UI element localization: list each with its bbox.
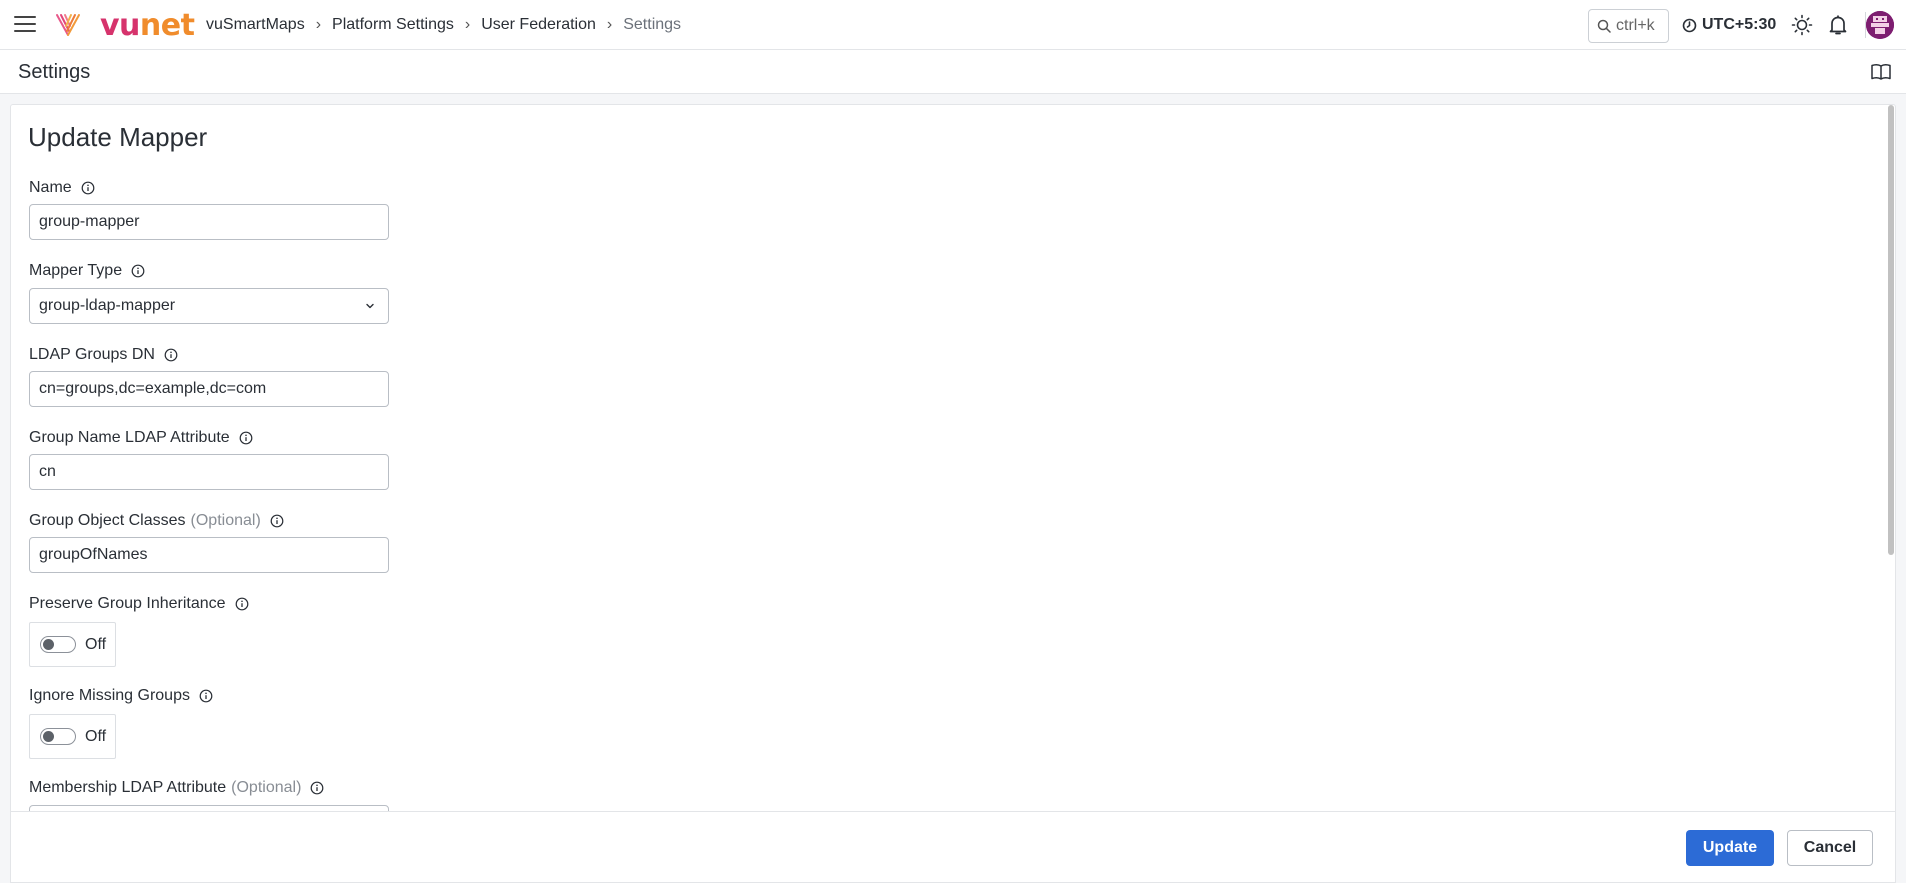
logo-text-net: net [139, 8, 195, 43]
chevron-down-icon [366, 303, 374, 309]
chevron-right-icon: › [606, 16, 613, 33]
name-label: Name [29, 179, 95, 197]
preserve-group-inheritance-label-text: Preserve Group Inheritance [29, 595, 226, 612]
ldap-groups-dn-label-text: LDAP Groups DN [29, 346, 155, 363]
bell-icon [1829, 15, 1847, 35]
toggle-state-text: Off [85, 727, 107, 745]
chevron-right-icon: › [315, 16, 322, 33]
page-header: Settings [0, 50, 1906, 94]
mapper-type-select-value: group-ldap-mapper [39, 297, 176, 314]
toggle-state-text: Off [85, 635, 107, 653]
theme-toggle-button[interactable] [1790, 13, 1814, 37]
membership-ldap-attribute-label-text: Membership LDAP Attribute [29, 779, 227, 796]
logo[interactable]: vunet [100, 8, 195, 43]
logo-mark-icon [56, 14, 80, 36]
preserve-group-inheritance-label: Preserve Group Inheritance [29, 595, 249, 613]
update-button[interactable]: Update [1686, 830, 1774, 866]
scrollbar[interactable] [1886, 105, 1895, 811]
info-icon[interactable] [310, 781, 324, 795]
scrollbar-thumb[interactable] [1888, 105, 1894, 555]
chevron-right-icon: › [464, 16, 471, 33]
ignore-missing-groups-toggle-container: Off [29, 714, 116, 759]
page-title: Settings [18, 61, 91, 83]
preserve-group-inheritance-toggle[interactable] [40, 636, 76, 653]
search-button[interactable]: ctrl+k [1588, 9, 1669, 43]
group-name-ldap-attribute-input-value: cn [39, 463, 56, 480]
ignore-missing-groups-label: Ignore Missing Groups [29, 687, 213, 705]
toggle-knob [43, 731, 54, 742]
form-title: Update Mapper [28, 122, 208, 152]
top-bar: vunet vuSmartMaps › Platform Settings › … [0, 0, 1906, 50]
clock-icon [1682, 18, 1697, 32]
group-name-ldap-attribute-input[interactable]: cn [29, 454, 389, 490]
breadcrumb-item-vusmartmaps[interactable]: vuSmartMaps [206, 16, 305, 34]
name-label-text: Name [29, 179, 72, 196]
sun-icon [1791, 14, 1813, 36]
ldap-groups-dn-input-value: cn=groups,dc=example,dc=com [39, 380, 267, 397]
info-icon[interactable] [164, 348, 178, 362]
timezone-button[interactable]: UTC+5:30 [1682, 16, 1776, 34]
cancel-button[interactable]: Cancel [1787, 830, 1873, 866]
book-icon[interactable] [1870, 62, 1892, 82]
info-icon[interactable] [235, 597, 249, 611]
timezone-label: UTC+5:30 [1702, 16, 1777, 33]
group-object-classes-label: Group Object Classes (Optional) [29, 512, 284, 530]
info-icon[interactable] [131, 264, 145, 278]
ignore-missing-groups-toggle[interactable] [40, 728, 76, 745]
name-input-value: group-mapper [39, 213, 140, 230]
group-object-classes-label-text: Group Object Classes [29, 512, 186, 529]
user-avatar-icon [1866, 11, 1894, 39]
mapper-form-card: Update Mapper Name group-mapper Mapper T… [10, 104, 1896, 883]
group-name-ldap-attribute-label-text: Group Name LDAP Attribute [29, 429, 230, 446]
name-input[interactable]: group-mapper [29, 204, 389, 240]
form-footer: Update Cancel [11, 811, 1895, 882]
avatar[interactable] [1866, 11, 1894, 39]
toggle-knob [43, 639, 54, 650]
info-icon[interactable] [199, 689, 213, 703]
optional-tag: (Optional) [231, 779, 302, 796]
preserve-group-inheritance-toggle-container: Off [29, 622, 116, 667]
info-icon[interactable] [270, 514, 284, 528]
group-name-ldap-attribute-label: Group Name LDAP Attribute [29, 429, 253, 447]
notifications-button[interactable] [1826, 13, 1850, 37]
group-object-classes-input-value: groupOfNames [39, 546, 148, 563]
ldap-groups-dn-label: LDAP Groups DN [29, 346, 178, 364]
membership-ldap-attribute-label: Membership LDAP Attribute (Optional) [29, 779, 324, 797]
breadcrumb: vuSmartMaps › Platform Settings › User F… [206, 16, 681, 34]
breadcrumb-item-user-federation[interactable]: User Federation [481, 16, 596, 34]
group-object-classes-input[interactable]: groupOfNames [29, 537, 389, 573]
info-icon[interactable] [239, 431, 253, 445]
info-icon[interactable] [81, 181, 95, 195]
optional-tag: (Optional) [190, 512, 261, 529]
breadcrumb-item-settings: Settings [623, 16, 682, 33]
breadcrumb-item-platform-settings[interactable]: Platform Settings [332, 16, 454, 34]
mapper-type-label: Mapper Type [29, 262, 145, 280]
mapper-type-label-text: Mapper Type [29, 262, 123, 279]
ldap-groups-dn-input[interactable]: cn=groups,dc=example,dc=com [29, 371, 389, 407]
menu-icon[interactable] [14, 16, 36, 34]
logo-text-vu: vu [100, 8, 140, 43]
search-icon [1597, 19, 1611, 33]
mapper-type-select[interactable]: group-ldap-mapper [29, 288, 389, 324]
ignore-missing-groups-label-text: Ignore Missing Groups [29, 687, 190, 704]
search-shortcut-text: ctrl+k [1616, 17, 1655, 34]
